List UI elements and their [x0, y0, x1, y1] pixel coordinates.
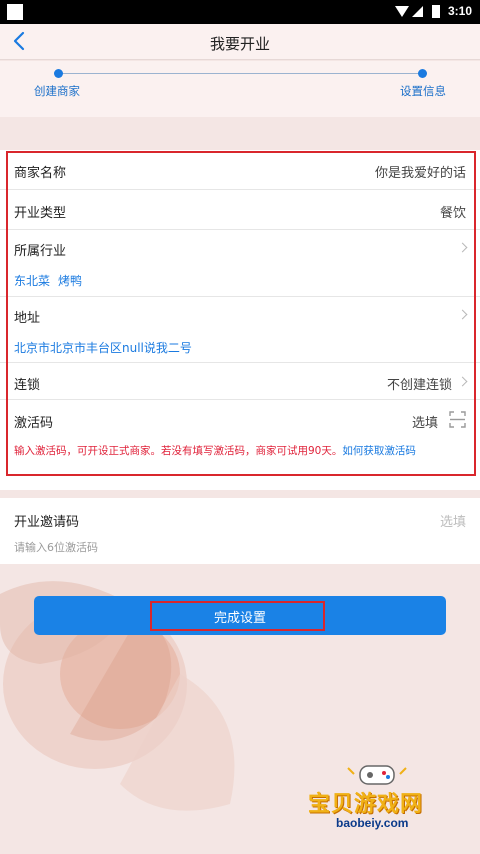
- invite-code-section[interactable]: 开业邀请码 选填 请输入6位激活码: [0, 498, 480, 564]
- page-title: 我要开业: [209, 35, 270, 53]
- step-label-2: 设置信息: [400, 84, 446, 98]
- battery-icon: [432, 5, 440, 18]
- progress-line: [58, 73, 423, 74]
- status-time: 3:10: [448, 4, 473, 18]
- notification-icon: [7, 4, 23, 20]
- progress-steps: 创建商家 设置信息: [0, 61, 480, 117]
- signal-icon: [412, 6, 423, 17]
- invite-code-label: 开业邀请码: [14, 515, 80, 530]
- step-dot-2: [418, 69, 427, 78]
- watermark-url: baobeiy.com: [336, 816, 409, 830]
- invite-code-input[interactable]: 选填: [440, 511, 466, 530]
- complete-setup-button[interactable]: 完成设置: [34, 596, 446, 635]
- title-bar: 我要开业: [0, 24, 480, 60]
- highlight-box: [6, 151, 476, 476]
- step-dot-1: [54, 69, 63, 78]
- step-label-1: 创建商家: [34, 84, 80, 98]
- invite-code-hint: 请输入6位激活码: [14, 541, 98, 554]
- complete-setup-label: 完成设置: [213, 611, 266, 626]
- wifi-icon: [395, 6, 409, 17]
- watermark-brand: 宝贝游戏网: [308, 792, 424, 817]
- status-bar: 3:10: [0, 0, 480, 24]
